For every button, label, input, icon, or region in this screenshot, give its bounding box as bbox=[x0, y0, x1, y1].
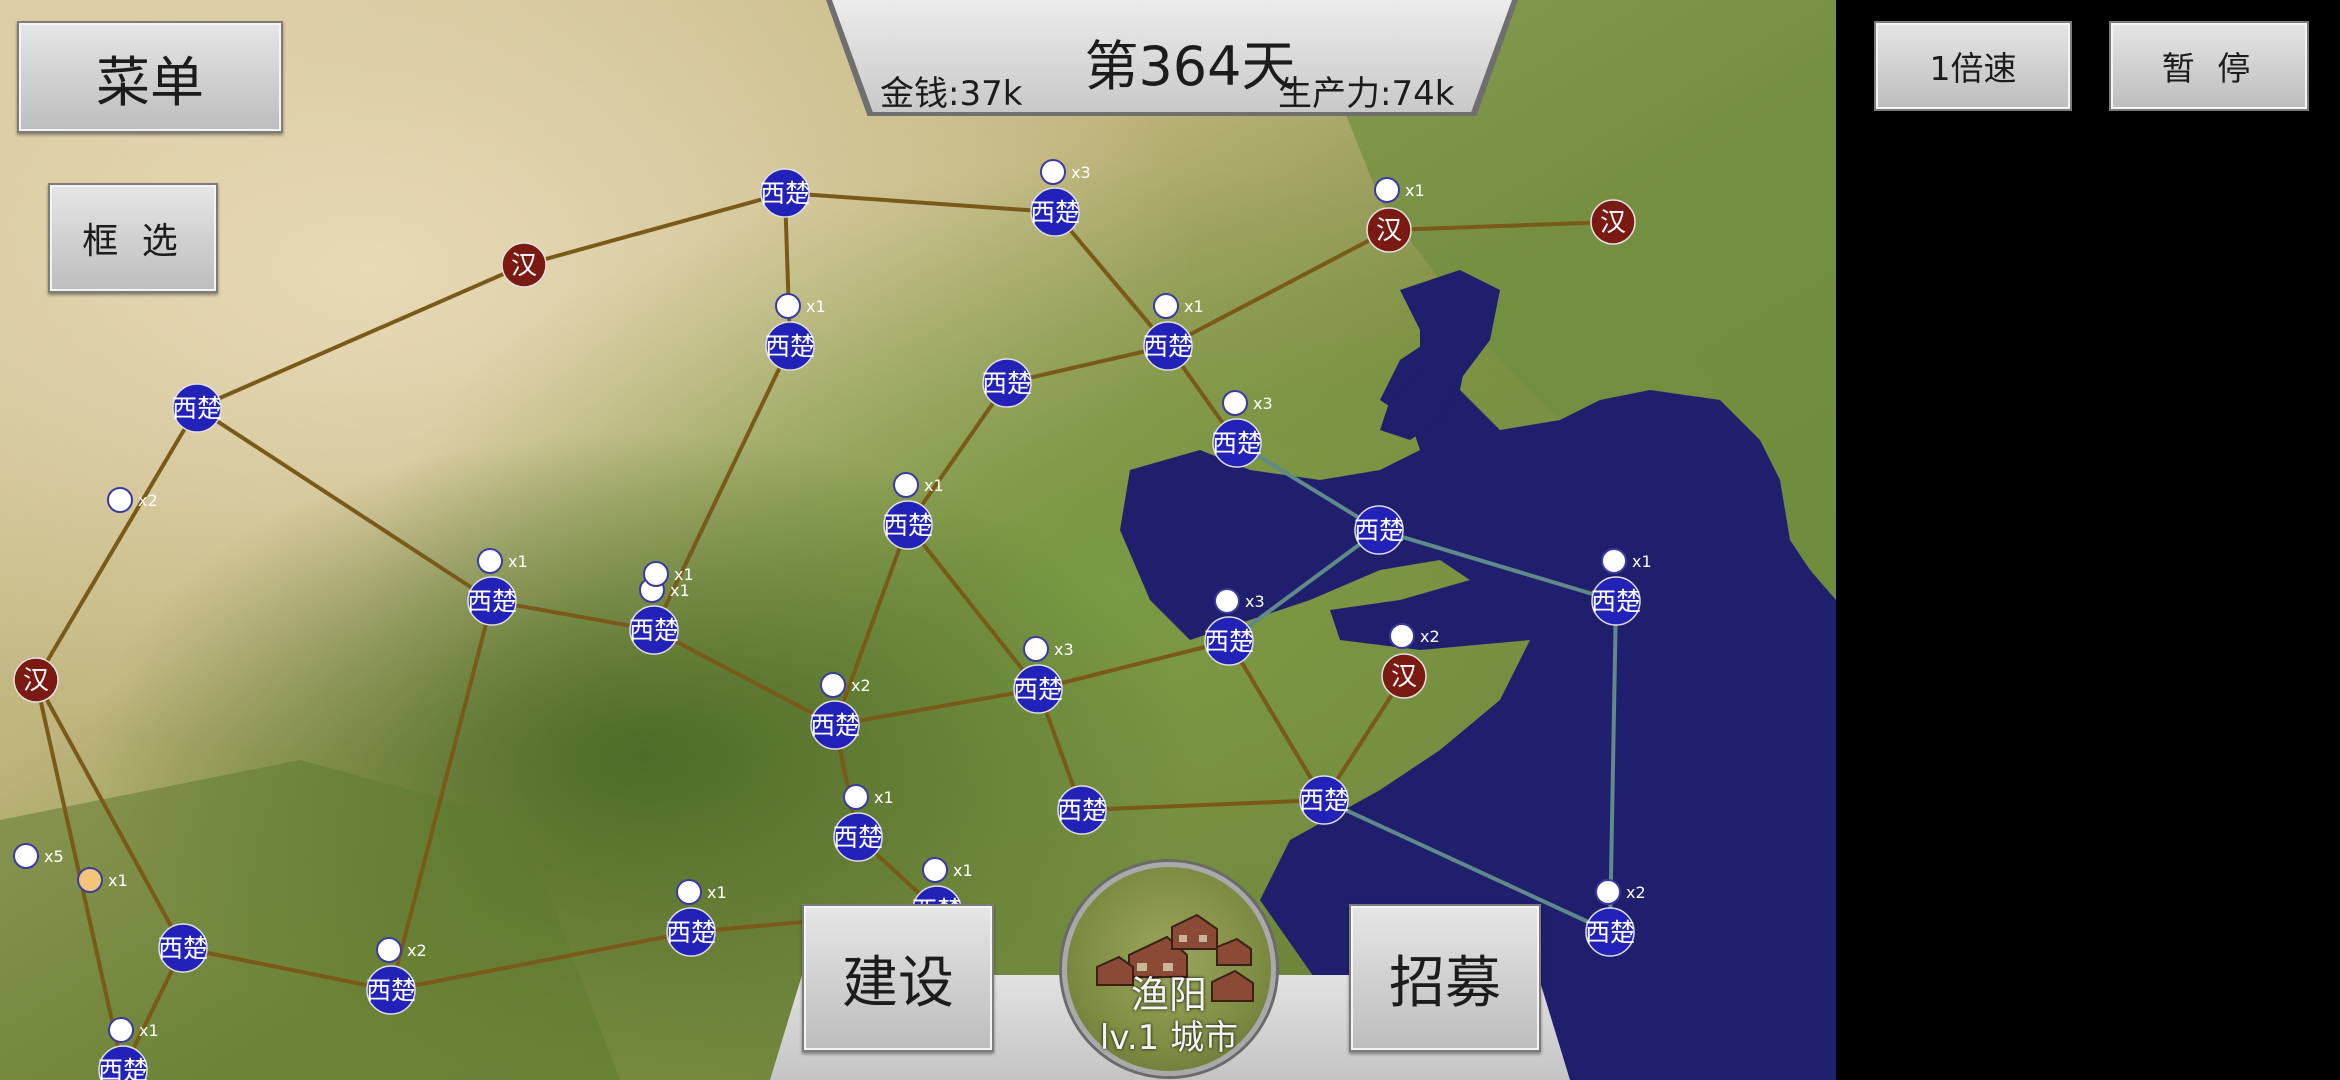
army-pin-icon[interactable] bbox=[13, 843, 39, 869]
army-count: x1 bbox=[108, 871, 128, 890]
faction-label: 西楚 bbox=[1143, 332, 1193, 361]
city-node[interactable]: 西楚 bbox=[982, 358, 1032, 408]
faction-label: 西楚 bbox=[760, 179, 810, 208]
faction-label: 汉 bbox=[23, 666, 49, 696]
faction-label: 汉 bbox=[1376, 216, 1402, 246]
army-pin-icon[interactable] bbox=[820, 672, 846, 698]
army-pin-icon[interactable] bbox=[1040, 159, 1066, 185]
faction-label: 西楚 bbox=[629, 616, 679, 645]
money-readout: 金钱:37k bbox=[880, 74, 1023, 114]
city-node[interactable]: 西楚 bbox=[1299, 775, 1349, 825]
army-count: x3 bbox=[1245, 592, 1265, 611]
faction-label: 汉 bbox=[511, 251, 537, 281]
army-pin-icon[interactable] bbox=[676, 879, 702, 905]
recruit-button[interactable]: 招募 bbox=[1349, 904, 1541, 1052]
city-node[interactable]: 汉 bbox=[13, 657, 59, 703]
army-pin-icon[interactable] bbox=[1214, 588, 1240, 614]
army-count: x1 bbox=[924, 476, 944, 495]
selected-city-level: lv.1 城市 bbox=[1099, 1018, 1239, 1058]
army-pin-icon[interactable] bbox=[1023, 636, 1049, 662]
army-count: x3 bbox=[1054, 640, 1074, 659]
army-pin-icon[interactable] bbox=[1601, 548, 1627, 574]
army-count: x1 bbox=[874, 788, 894, 807]
speed-button[interactable]: 1倍速 bbox=[1874, 21, 2072, 111]
army-count: x2 bbox=[1626, 883, 1646, 902]
faction-label: 西楚 bbox=[1204, 627, 1254, 656]
faction-label: 西楚 bbox=[1585, 918, 1635, 947]
city-node[interactable]: 西楚 bbox=[172, 383, 222, 433]
faction-label: 西楚 bbox=[1299, 786, 1349, 815]
faction-label: 西楚 bbox=[1591, 587, 1641, 616]
army-count: x1 bbox=[1405, 181, 1425, 200]
army-pin-icon[interactable] bbox=[1222, 390, 1248, 416]
faction-label: 西楚 bbox=[765, 332, 815, 361]
faction-label: 西楚 bbox=[467, 587, 517, 616]
faction-label: 西楚 bbox=[366, 976, 416, 1005]
army-count: x1 bbox=[1184, 297, 1204, 316]
army-pin-icon[interactable] bbox=[77, 867, 103, 893]
army-pin-icon[interactable] bbox=[775, 293, 801, 319]
right-sidebar bbox=[1836, 0, 2340, 1080]
army-count: x1 bbox=[953, 861, 973, 880]
city-node[interactable]: 西楚 bbox=[1354, 505, 1404, 555]
army-pin-icon[interactable] bbox=[922, 857, 948, 883]
faction-label: 汉 bbox=[1600, 208, 1626, 238]
army-pin-icon[interactable] bbox=[1153, 293, 1179, 319]
faction-label: 西楚 bbox=[1212, 429, 1262, 458]
army-pin-icon[interactable] bbox=[843, 784, 869, 810]
army-count: x3 bbox=[1071, 163, 1091, 182]
faction-label: 西楚 bbox=[1030, 198, 1080, 227]
city-node[interactable]: 汉 bbox=[501, 242, 547, 288]
faction-label: 西楚 bbox=[172, 394, 222, 423]
city-node[interactable]: 汉 bbox=[1590, 199, 1636, 245]
box-select-button[interactable]: 框 选 bbox=[48, 183, 218, 293]
army-count: x2 bbox=[138, 491, 158, 510]
city-node[interactable]: 西楚 bbox=[1057, 785, 1107, 835]
army-pin-icon[interactable] bbox=[1374, 177, 1400, 203]
productivity-readout: 生产力:74k bbox=[1278, 74, 1455, 114]
army-count: x1 bbox=[1632, 552, 1652, 571]
city-node[interactable]: 西楚 bbox=[760, 168, 810, 218]
faction-label: 西楚 bbox=[1057, 796, 1107, 825]
faction-label: 西楚 bbox=[883, 511, 933, 540]
army-pin-icon[interactable] bbox=[376, 937, 402, 963]
faction-label: 西楚 bbox=[982, 369, 1032, 398]
build-button[interactable]: 建设 bbox=[802, 904, 994, 1052]
army-count: x5 bbox=[44, 847, 64, 866]
army-count: x1 bbox=[139, 1021, 159, 1040]
army-pin-icon[interactable] bbox=[643, 561, 669, 587]
army-count: x2 bbox=[1420, 627, 1440, 646]
faction-label: 西楚 bbox=[1013, 675, 1063, 704]
menu-button[interactable]: 菜单 bbox=[17, 21, 283, 133]
faction-label: 西楚 bbox=[833, 823, 883, 852]
city-node[interactable]: 西楚 bbox=[158, 923, 208, 973]
faction-label: 西楚 bbox=[98, 1056, 148, 1080]
army-count: x1 bbox=[508, 552, 528, 571]
faction-label: 西楚 bbox=[1354, 516, 1404, 545]
faction-label: 西楚 bbox=[158, 934, 208, 963]
army-count: x1 bbox=[806, 297, 826, 316]
army-pin-icon[interactable] bbox=[107, 487, 133, 513]
army-pin-icon[interactable] bbox=[1595, 879, 1621, 905]
army-count: x1 bbox=[674, 565, 694, 584]
faction-label: 西楚 bbox=[810, 711, 860, 740]
pause-button[interactable]: 暂 停 bbox=[2109, 21, 2309, 111]
army-count: x1 bbox=[707, 883, 727, 902]
army-pin-icon[interactable] bbox=[108, 1017, 134, 1043]
army-count: x2 bbox=[407, 941, 427, 960]
faction-label: 汉 bbox=[1391, 662, 1417, 692]
army-pin-icon[interactable] bbox=[1389, 623, 1415, 649]
army-count: x2 bbox=[851, 676, 871, 695]
faction-label: 西楚 bbox=[666, 918, 716, 947]
army-count: x3 bbox=[1253, 394, 1273, 413]
army-pin-icon[interactable] bbox=[893, 472, 919, 498]
army-pin-icon[interactable] bbox=[477, 548, 503, 574]
